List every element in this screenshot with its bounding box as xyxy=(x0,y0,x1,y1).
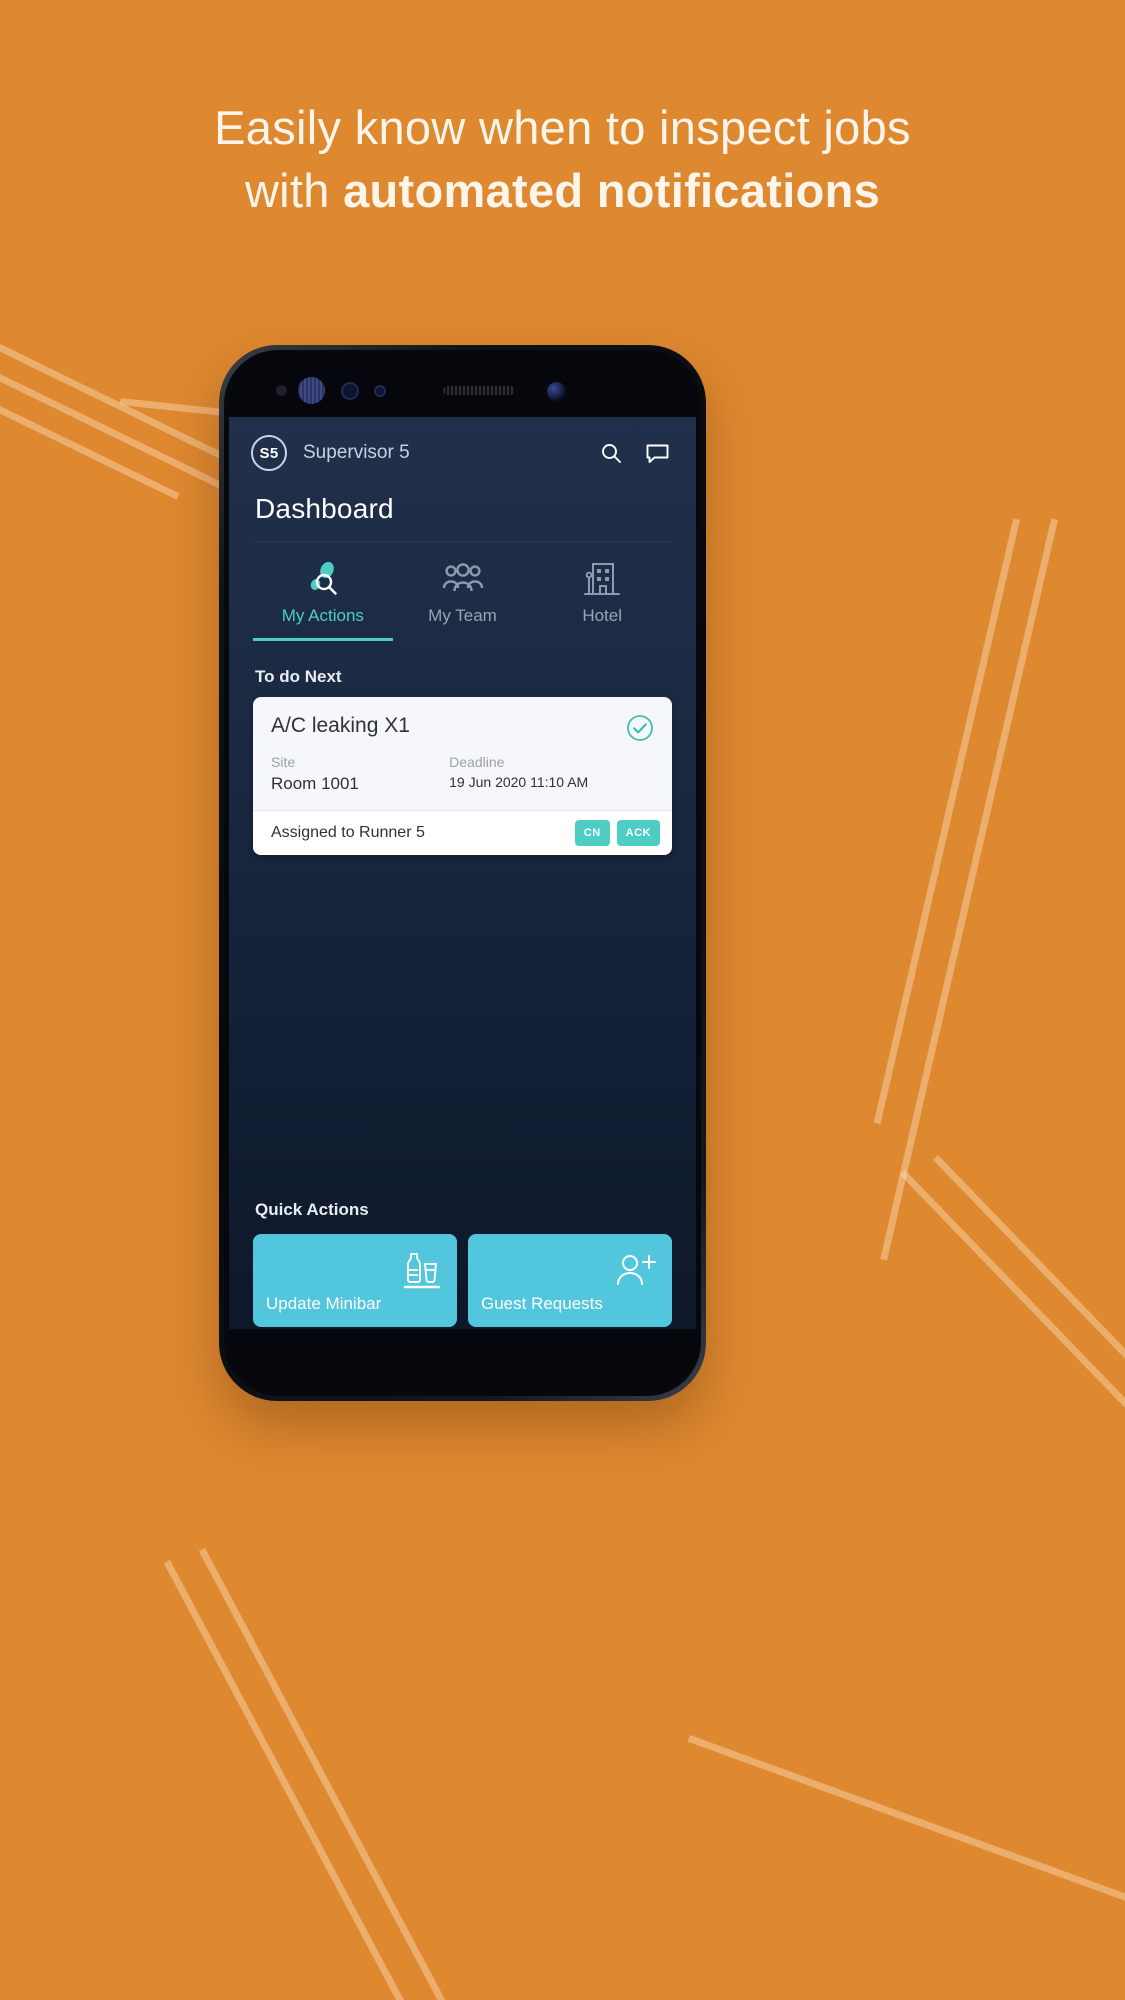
app-bar: S5 Supervisor 5 xyxy=(229,417,696,471)
job-card-meta: Site Room 1001 Deadline 19 Jun 2020 11:1… xyxy=(253,742,672,810)
chat-bubble-icon[interactable] xyxy=(640,436,674,470)
decorative-stripe xyxy=(899,1170,1125,1621)
quick-actions-row: Update Minibar Guest Requests xyxy=(229,1234,696,1327)
badge-cn[interactable]: CN xyxy=(574,820,610,846)
front-camera-icon xyxy=(341,382,359,400)
iris-scanner-icon xyxy=(298,377,325,404)
promo-headline: Easily know when to inspect jobs with au… xyxy=(0,96,1125,222)
app-screen: S5 Supervisor 5 Dashboard My Actions My … xyxy=(229,417,696,1349)
decorative-stripe xyxy=(873,518,1020,1125)
hotel-building-icon xyxy=(532,558,672,600)
job-site-field: Site Room 1001 xyxy=(271,754,449,794)
tab-hotel[interactable]: Hotel xyxy=(532,542,672,641)
job-card-footer: Assigned to Runner 5 CN ACK xyxy=(253,810,672,855)
job-site-label: Site xyxy=(271,754,296,770)
quick-actions-label: Quick Actions xyxy=(255,1200,369,1219)
update-minibar-button[interactable]: Update Minibar xyxy=(253,1234,457,1327)
tab-label: My Actions xyxy=(281,606,364,625)
avatar[interactable]: S5 xyxy=(251,435,287,471)
job-deadline-value: 19 Jun 2020 11:10 AM xyxy=(449,774,589,790)
decorative-stripe xyxy=(932,1155,1125,1635)
badge-ack[interactable]: ACK xyxy=(616,820,660,846)
phone-bottom-bezel xyxy=(229,1329,696,1391)
search-icon[interactable] xyxy=(594,436,628,470)
todo-section-label: To do Next xyxy=(255,667,342,686)
light-sensor-icon xyxy=(374,385,386,397)
job-deadline-field: Deadline 19 Jun 2020 11:10 AM xyxy=(449,754,654,794)
job-assignee: Assigned to Runner 5 xyxy=(271,824,425,841)
footprints-search-icon xyxy=(253,558,393,600)
guest-requests-button[interactable]: Guest Requests xyxy=(468,1234,672,1327)
people-group-icon xyxy=(393,558,533,600)
phone-mockup: S5 Supervisor 5 Dashboard My Actions My … xyxy=(219,345,706,1401)
decorative-stripe xyxy=(198,1548,515,2000)
add-person-icon xyxy=(613,1250,659,1297)
tab-my-actions[interactable]: My Actions xyxy=(253,542,393,641)
avatar-initials: S5 xyxy=(259,444,279,462)
decorative-stripe xyxy=(687,1735,1125,1920)
headline-line-2-emphasis: automated notifications xyxy=(343,164,881,217)
decorative-stripe xyxy=(163,1560,462,2000)
secondary-camera-icon xyxy=(547,382,566,401)
decorative-stripe xyxy=(0,362,180,500)
phone-inner-frame: S5 Supervisor 5 Dashboard My Actions My … xyxy=(224,350,701,1396)
tab-my-team[interactable]: My Team xyxy=(393,542,533,641)
job-deadline-label: Deadline xyxy=(449,754,505,770)
headline-line-2-prefix: with xyxy=(244,164,344,217)
quick-action-label: Guest Requests xyxy=(481,1294,603,1313)
quick-actions-section: Quick Actions Update Minibar Guest Reque… xyxy=(229,1174,696,1327)
job-card-header: A/C leaking X1 xyxy=(253,697,672,742)
check-circle-icon[interactable] xyxy=(626,714,654,742)
decorative-stripe xyxy=(880,518,1058,1261)
headline-line-1: Easily know when to inspect jobs xyxy=(214,101,911,154)
tab-label: Hotel xyxy=(582,606,623,625)
job-card[interactable]: A/C leaking X1 Site Room 1001 Deadline 1… xyxy=(253,697,672,855)
proximity-sensor-icon xyxy=(276,385,287,396)
job-title: A/C leaking X1 xyxy=(271,714,410,737)
page-title: Dashboard xyxy=(255,493,394,524)
user-name: Supervisor 5 xyxy=(303,442,410,463)
quick-action-label: Update Minibar xyxy=(266,1294,382,1313)
job-site-value: Room 1001 xyxy=(271,774,359,793)
headline-line-2: with automated notifications xyxy=(0,159,1125,222)
bottle-glass-icon xyxy=(398,1250,444,1297)
tab-label: My Team xyxy=(428,606,497,625)
tab-bar: My Actions My Team Hotel xyxy=(253,541,672,641)
phone-top-bezel xyxy=(229,355,696,417)
earpiece-speaker xyxy=(443,386,515,395)
phone-bezel: S5 Supervisor 5 Dashboard My Actions My … xyxy=(229,355,696,1391)
